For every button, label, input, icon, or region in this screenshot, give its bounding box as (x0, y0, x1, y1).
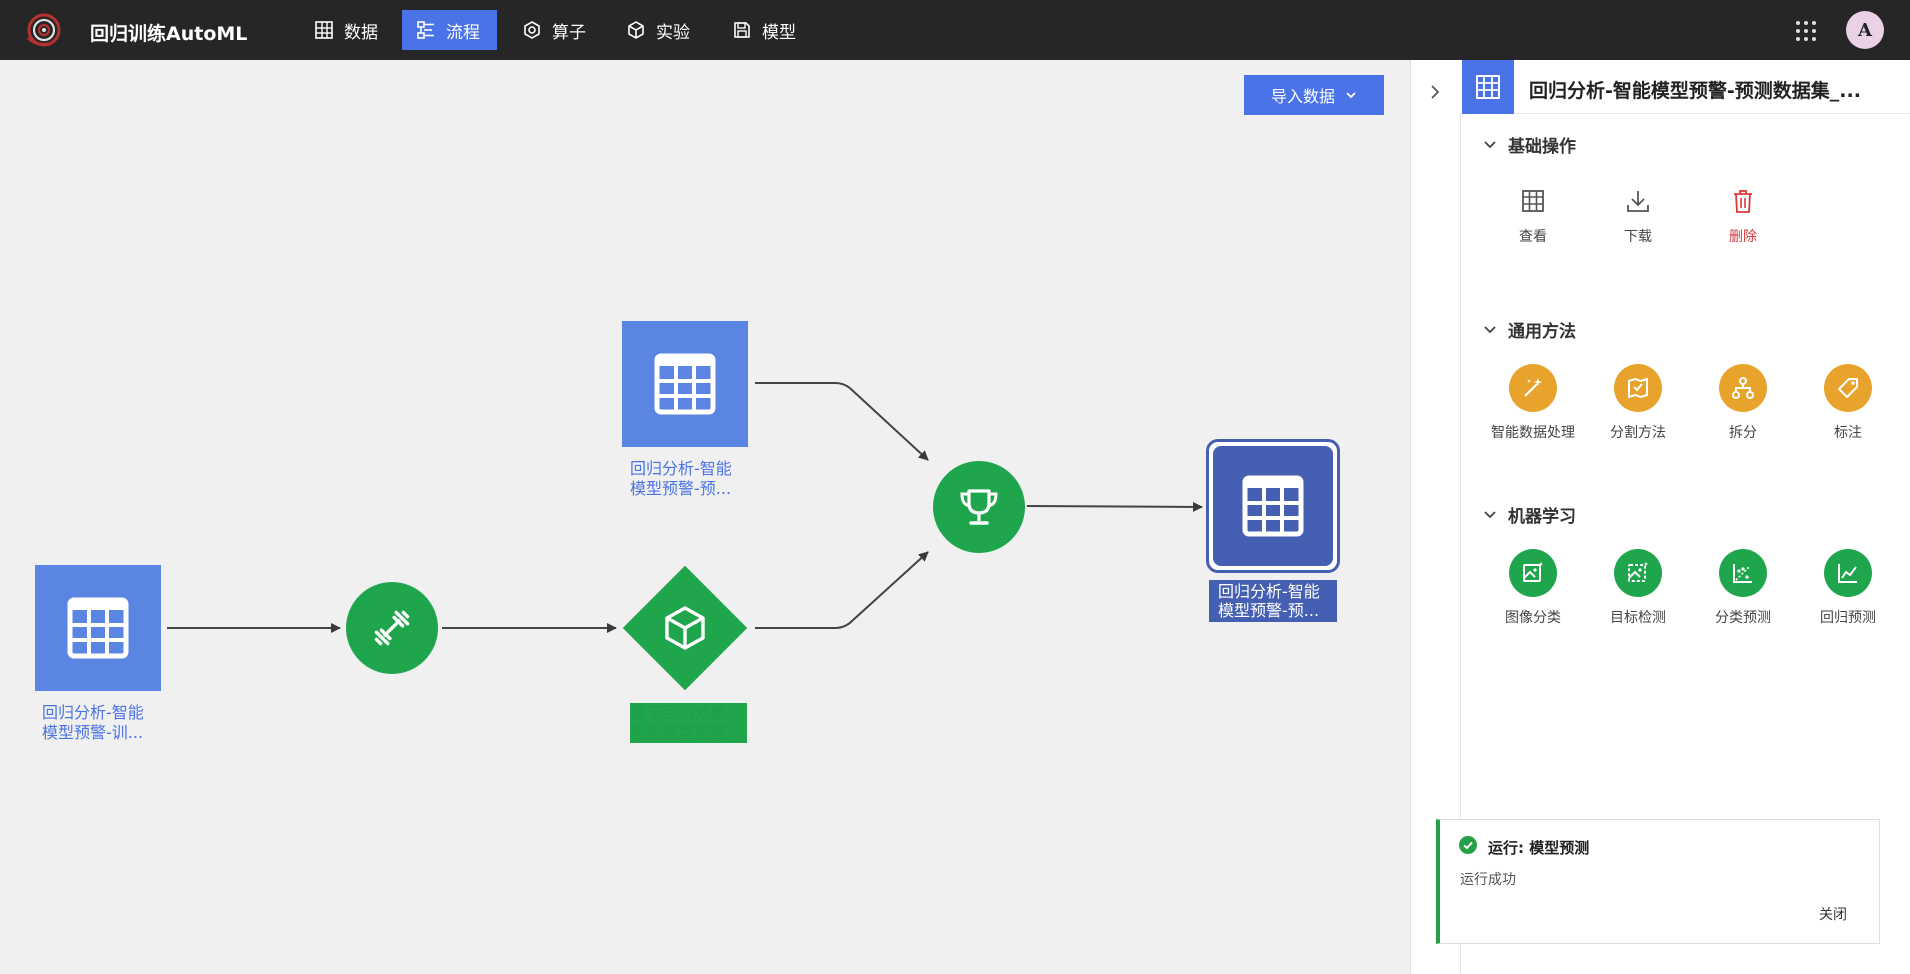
result-dataset-node-inner (1213, 446, 1333, 566)
split-method-action[interactable]: 分割方法 (1588, 364, 1688, 442)
delete-action-label: 删除 (1729, 229, 1757, 245)
split-action[interactable]: 拆分 (1693, 364, 1793, 442)
chevron-down-icon (1484, 325, 1496, 333)
download-action-label: 下载 (1624, 229, 1652, 245)
training-node[interactable] (346, 582, 438, 674)
nav-experiment[interactable]: 实验 (612, 10, 704, 50)
flow-icon (417, 21, 434, 39)
dumbbell-icon (374, 610, 410, 646)
table-icon (67, 597, 129, 659)
magic-wand-icon (1509, 364, 1557, 412)
nav-flow[interactable]: 流程 (402, 10, 497, 50)
split-label: 拆分 (1729, 425, 1757, 441)
nav-operator[interactable]: 算子 (508, 10, 600, 50)
section-ml-header[interactable]: 机器学习 (1482, 502, 1576, 527)
import-data-button[interactable]: 导入数据 (1244, 75, 1384, 115)
smart-data-processing-action[interactable]: 智能数据处理 (1483, 364, 1583, 442)
panel-title: 回归分析-智能模型预警-预测数据集_... (1529, 80, 1861, 102)
table-icon (1242, 475, 1304, 537)
object-detection-label: 目标检测 (1610, 610, 1666, 626)
nav-operator-label: 算子 (552, 22, 586, 43)
tag-icon (1824, 364, 1872, 412)
annotate-label: 标注 (1834, 425, 1862, 441)
cube-icon (628, 21, 644, 39)
map-icon (1614, 364, 1662, 412)
line-chart-icon (1824, 549, 1872, 597)
panel-header-icon (1462, 60, 1514, 114)
regression-prediction-label: 回归预测 (1820, 610, 1876, 626)
result-dataset-label: 回归分析-智能 模型预警-预... (1209, 580, 1337, 622)
train-dataset-label: 回归分析-智能 模型预警-训... (42, 703, 144, 742)
chevron-down-icon (1484, 140, 1496, 148)
chevron-down-icon (1484, 510, 1496, 518)
nav-model[interactable]: 模型 (718, 10, 810, 50)
avatar[interactable]: A (1846, 11, 1884, 49)
trash-icon (1734, 190, 1752, 213)
download-icon (1627, 191, 1649, 212)
check-circle-icon (1459, 836, 1477, 854)
target-spiral-logo[interactable] (24, 12, 64, 48)
image-classification-action[interactable]: 图像分类 (1483, 549, 1583, 627)
trophy-icon (960, 489, 998, 525)
save-icon (734, 22, 750, 38)
model-label: 基于回归分析- 智能模型预警-... (630, 703, 748, 743)
hierarchy-icon (1719, 364, 1767, 412)
app-title: 回归训练AutoML (90, 23, 248, 45)
nav-model-label: 模型 (762, 22, 796, 43)
grid-icon (315, 21, 333, 39)
notification-message: 运行成功 (1460, 872, 1516, 888)
object-detection-action[interactable]: 目标检测 (1588, 549, 1688, 627)
image-icon (1509, 549, 1557, 597)
apps-grid-icon[interactable] (1795, 20, 1817, 42)
classification-prediction-action[interactable]: 分类预测 (1693, 549, 1793, 627)
predict-dataset-node[interactable] (622, 321, 748, 447)
split-method-label: 分割方法 (1610, 425, 1666, 441)
table-icon (654, 353, 716, 415)
view-action[interactable]: 查看 (1483, 182, 1583, 246)
nav-data[interactable]: 数据 (300, 10, 392, 50)
table-icon (1476, 75, 1500, 99)
image-classification-label: 图像分类 (1505, 610, 1561, 626)
nav-experiment-label: 实验 (656, 22, 690, 43)
chevron-right-icon[interactable] (1425, 82, 1445, 102)
regression-prediction-action[interactable]: 回归预测 (1798, 549, 1898, 627)
delete-action[interactable]: 删除 (1693, 182, 1793, 246)
evaluate-node[interactable] (933, 461, 1025, 553)
smart-data-processing-label: 智能数据处理 (1491, 425, 1575, 441)
detection-icon (1614, 549, 1662, 597)
scatter-icon (1719, 549, 1767, 597)
section-general-title: 通用方法 (1508, 322, 1576, 342)
section-basic-title: 基础操作 (1508, 137, 1576, 157)
section-basic-header[interactable]: 基础操作 (1482, 132, 1576, 157)
operator-icon (524, 21, 540, 39)
notification-title: 运行: 模型预测 (1488, 839, 1590, 857)
train-dataset-node[interactable] (35, 565, 161, 691)
nav-flow-label: 流程 (446, 22, 480, 43)
view-action-label: 查看 (1519, 229, 1547, 245)
chevron-down-icon (1346, 92, 1356, 99)
section-general-header[interactable]: 通用方法 (1482, 317, 1576, 342)
nav-data-label: 数据 (344, 22, 378, 43)
result-dataset-node[interactable] (1206, 439, 1340, 573)
flow-canvas[interactable] (0, 60, 1410, 974)
top-bar: 回归训练AutoML 数据 流程 算子 实验 模型 A (0, 0, 1910, 60)
classification-prediction-label: 分类预测 (1715, 610, 1771, 626)
table-icon (1522, 190, 1544, 212)
section-ml-title: 机器学习 (1508, 507, 1576, 527)
annotate-action[interactable]: 标注 (1798, 364, 1898, 442)
import-data-label: 导入数据 (1270, 89, 1335, 106)
download-action[interactable]: 下载 (1588, 182, 1688, 246)
notification-close-button[interactable]: 关闭 (1819, 904, 1847, 924)
predict-dataset-label: 回归分析-智能 模型预警-预... (630, 459, 732, 498)
